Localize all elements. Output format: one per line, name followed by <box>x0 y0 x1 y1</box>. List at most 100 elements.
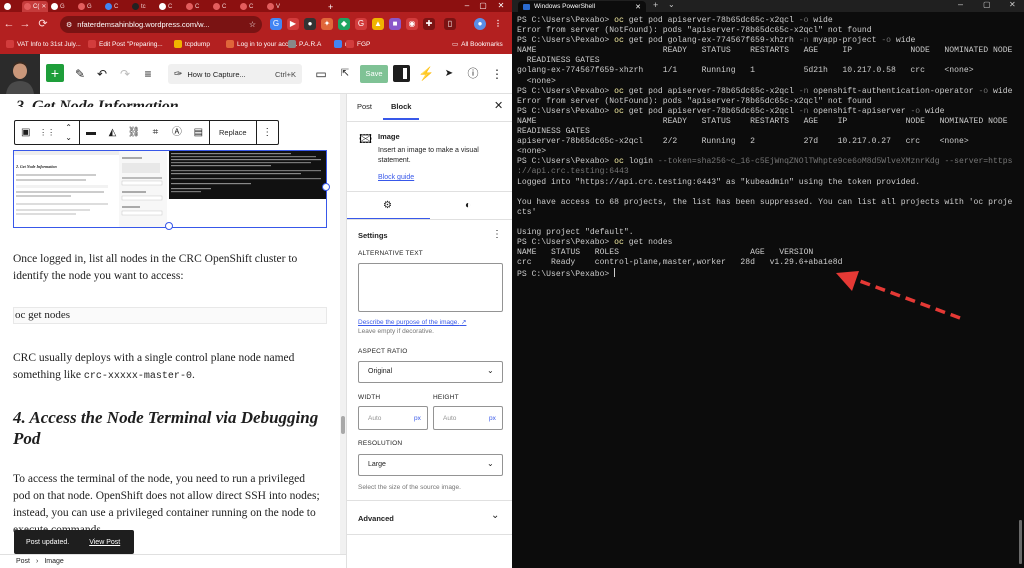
code-block[interactable]: oc get nodes <box>13 307 327 324</box>
extension-icon[interactable]: ◉ <box>406 18 418 30</box>
section-heading-3[interactable]: 3. Get Node Information <box>16 96 179 107</box>
extension-icon[interactable]: ■ <box>389 18 401 30</box>
browser-tab[interactable]: C <box>157 1 174 12</box>
settings-options-icon[interactable]: ⋮ <box>492 229 502 240</box>
drag-handle-icon[interactable]: ⋮⋮ <box>36 121 57 144</box>
resize-handle-bottom-left[interactable] <box>165 222 173 230</box>
extension-icon[interactable]: ◆ <box>338 18 350 30</box>
aspect-ratio-select[interactable]: Original ⌄ <box>358 361 503 383</box>
extension-icon[interactable]: ▲ <box>372 18 384 30</box>
jetpack-icon[interactable]: ⚡ <box>418 65 434 83</box>
preview-icon[interactable]: ▭ <box>314 65 328 83</box>
browser-tab[interactable]: C <box>238 1 255 12</box>
side-panel-icon[interactable]: ▯ <box>444 18 456 30</box>
maximize-icon[interactable]: ▢ <box>983 0 991 9</box>
height-unit[interactable]: px <box>489 415 496 422</box>
tab-post[interactable]: Post <box>357 102 372 111</box>
view-post-link[interactable]: View Post <box>89 539 120 546</box>
image-block[interactable]: 2. Get Node Information <box>13 150 330 230</box>
extension-icon[interactable]: ● <box>304 18 316 30</box>
paragraph-login[interactable]: Once logged in, list all nodes in the CR… <box>13 251 323 285</box>
document-overview-icon[interactable]: ≡ <box>140 65 156 83</box>
breadcrumb-post[interactable]: Post <box>16 558 30 565</box>
extension-icon[interactable]: ✦ <box>321 18 333 30</box>
caption-icon[interactable]: ▤ <box>188 121 209 144</box>
terminal-output[interactable]: PS C:\Users\Pexabo> oc get pod apiserver… <box>517 16 1021 279</box>
resize-handle-right[interactable] <box>322 183 330 191</box>
profile-avatar-icon[interactable]: ● <box>474 18 486 30</box>
advanced-panel-title[interactable]: Advanced <box>358 514 394 523</box>
close-tab-icon[interactable]: ✕ <box>635 3 641 11</box>
replace-button[interactable]: Replace <box>210 121 256 144</box>
paragraph-access[interactable]: To access the terminal of the node, you … <box>13 471 323 539</box>
extension-icon[interactable]: G <box>355 18 367 30</box>
bookmark-item[interactable]: P.A.R.A <box>288 40 321 48</box>
bookmark-item[interactable]: Edit Post "Preparing... <box>88 40 163 48</box>
forward-icon[interactable]: → <box>18 17 32 31</box>
site-info-icon[interactable]: ⚙ <box>66 21 72 29</box>
extension-icon[interactable]: G <box>270 18 282 30</box>
options-icon[interactable]: ⋮ <box>490 65 504 83</box>
new-tab-icon[interactable]: + <box>653 0 658 10</box>
close-tab-icon[interactable]: ✕ <box>41 3 46 10</box>
resolution-select[interactable]: Large ⌄ <box>358 454 503 476</box>
command-palette-bar[interactable]: ✑ How to Capture... Ctrl+K <box>168 64 302 84</box>
close-window-icon[interactable]: ✕ <box>1009 0 1016 9</box>
site-avatar[interactable] <box>0 54 40 94</box>
dropdown-icon[interactable]: ⌄ <box>668 0 675 9</box>
describe-purpose-link[interactable]: Describe the purpose of the image. ↗ <box>358 318 466 326</box>
bookmark-item[interactable]: VAT Info to 31st July... <box>6 40 81 48</box>
browser-tab[interactable]: C <box>184 1 201 12</box>
minimize-icon[interactable]: – <box>958 0 963 9</box>
extensions-puzzle-icon[interactable]: ✚ <box>423 18 435 30</box>
browser-tab[interactable]: tc <box>130 1 148 12</box>
section-heading-4[interactable]: 4. Access the Node Terminal via Debuggin… <box>13 407 323 449</box>
chevron-down-icon[interactable]: ⌄ <box>491 510 499 521</box>
block-options-icon[interactable]: ⋮ <box>257 121 278 144</box>
extension-icon[interactable]: ▶ <box>287 18 299 30</box>
browser-tab[interactable]: C <box>211 1 228 12</box>
more-menu-icon[interactable]: ⋮ <box>492 18 504 30</box>
paragraph-crc[interactable]: CRC usually deploys with a single contro… <box>13 350 323 385</box>
address-bar[interactable]: ⚙ nfaterdemsahinblog.wordpress.com/w... … <box>60 16 262 33</box>
width-input[interactable]: Auto px <box>358 406 428 430</box>
scrollbar-thumb[interactable] <box>341 416 345 434</box>
width-unit[interactable]: px <box>414 415 421 422</box>
undo-icon[interactable]: ↶ <box>94 65 110 83</box>
minimize-icon[interactable]: – <box>460 0 474 12</box>
browser-tab[interactable]: C(✕ <box>22 1 49 12</box>
duotone-icon[interactable]: ◭ <box>102 121 123 144</box>
move-up-down-icon[interactable]: ⌃ ⌄ <box>58 121 79 144</box>
settings-gear-icon[interactable]: ⚙ <box>383 200 392 211</box>
maximize-icon[interactable]: ▢ <box>476 0 490 12</box>
close-window-icon[interactable]: ✕ <box>494 0 508 12</box>
new-tab-button[interactable]: + <box>326 1 335 12</box>
terminal-scrollbar[interactable] <box>1019 520 1022 564</box>
bookmark-item[interactable]: FGP <box>346 40 370 48</box>
image-block-icon[interactable]: ▣ <box>15 121 36 144</box>
save-button[interactable]: Save <box>360 65 388 83</box>
text-overlay-icon[interactable]: Ⓐ <box>166 121 187 144</box>
block-guide-link[interactable]: Block guide <box>378 174 414 181</box>
browser-tab[interactable]: G <box>76 1 94 12</box>
alt-text-textarea[interactable] <box>358 263 503 312</box>
tab-block[interactable]: Block <box>391 102 411 111</box>
browser-tab[interactable]: C <box>103 1 120 12</box>
back-icon[interactable]: ← <box>2 17 16 31</box>
view-post-icon[interactable]: ⇱ <box>338 65 352 83</box>
tab-search-icon[interactable] <box>2 1 13 12</box>
crop-icon[interactable]: ⌗ <box>145 121 166 144</box>
bookmark-star-icon[interactable]: ☆ <box>249 20 256 29</box>
bookmark-item[interactable]: Log in to your acco... <box>226 40 297 48</box>
align-icon[interactable]: ▬ <box>80 121 101 144</box>
all-bookmarks-item[interactable]: ▭ All Bookmarks <box>452 40 503 49</box>
redo-icon[interactable]: ↷ <box>117 65 133 83</box>
reload-icon[interactable]: ⟳ <box>36 17 50 31</box>
link-icon[interactable]: ⛓ <box>123 121 144 144</box>
settings-sidebar-toggle[interactable] <box>393 65 410 82</box>
help-icon[interactable]: ⓘ <box>466 65 480 83</box>
browser-tab[interactable]: G <box>49 1 67 12</box>
bookmark-item[interactable]: tcpdump <box>174 40 210 48</box>
tools-icon[interactable]: ✎ <box>72 65 88 83</box>
close-sidebar-icon[interactable]: ✕ <box>494 99 503 112</box>
